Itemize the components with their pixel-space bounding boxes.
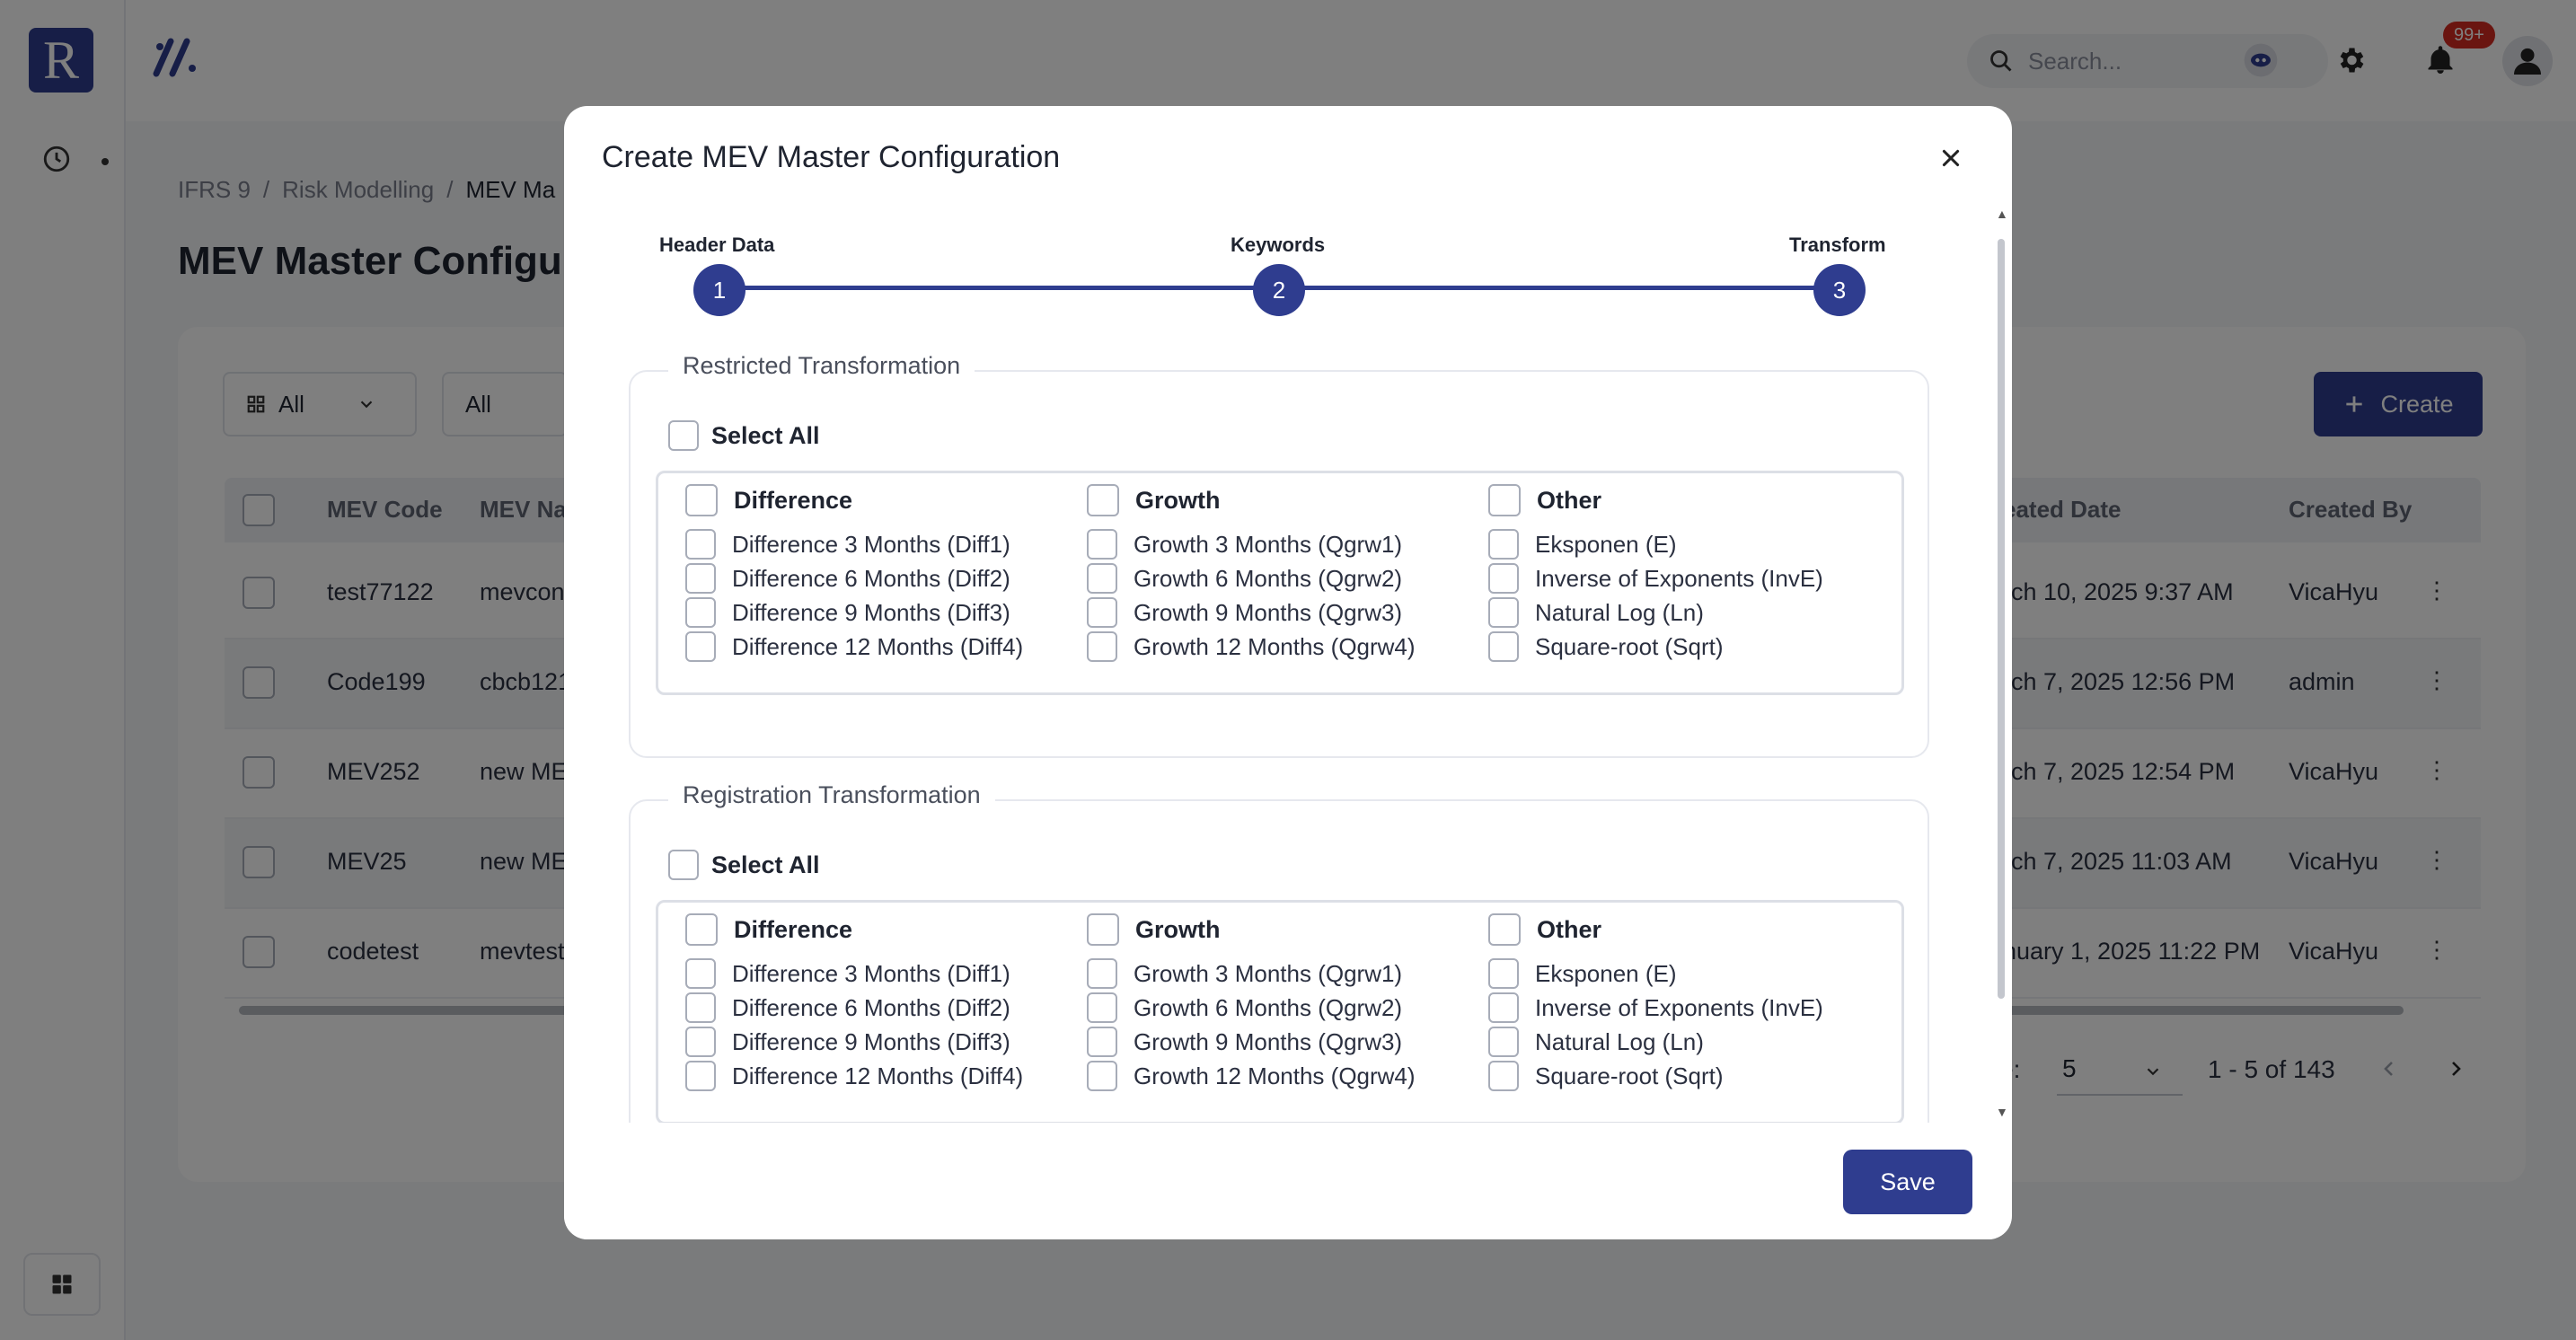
modal-scrollbar-thumb[interactable] — [1998, 239, 2005, 999]
select-all-registration[interactable]: Select All — [668, 850, 820, 880]
column-head: Other — [1537, 915, 1602, 943]
option-checkbox[interactable] — [685, 597, 716, 628]
option-checkbox[interactable] — [1488, 992, 1519, 1023]
option-label: Inverse of Exponents (InvE) — [1535, 564, 1823, 592]
select-all-checkbox[interactable] — [668, 850, 699, 880]
option-checkbox[interactable] — [1087, 597, 1117, 628]
other-checkbox[interactable] — [1488, 913, 1521, 946]
option-label: Growth 12 Months (Qgrw4) — [1134, 632, 1416, 660]
difference-column: Difference Difference 3 Months (Diff1) D… — [685, 912, 1023, 1093]
option-label: Growth 6 Months (Qgrw2) — [1134, 993, 1403, 1021]
select-all-checkbox[interactable] — [668, 420, 699, 451]
option-checkbox[interactable] — [685, 563, 716, 594]
option-checkbox[interactable] — [1488, 597, 1519, 628]
option-checkbox[interactable] — [685, 1027, 716, 1057]
option-label: Growth 3 Months (Qgrw1) — [1134, 959, 1403, 987]
option-label: Growth 9 Months (Qgrw3) — [1134, 1027, 1403, 1055]
option-label: Difference 12 Months (Diff4) — [732, 1062, 1024, 1089]
restricted-options-box: Difference Difference 3 Months (Diff1) D… — [656, 471, 1904, 695]
create-mev-modal: Create MEV Master Configuration Header D… — [564, 106, 2012, 1239]
modal-title: Create MEV Master Configuration — [602, 140, 1061, 174]
scroll-up-arrow-icon[interactable]: ▲ — [1996, 207, 2008, 221]
option-label: Natural Log (Ln) — [1535, 598, 1704, 626]
option-label: Growth 3 Months (Qgrw1) — [1134, 530, 1403, 558]
step-label-keywords: Keywords — [1231, 234, 1326, 256]
option-checkbox[interactable] — [685, 1061, 716, 1091]
option-label: Difference 6 Months (Diff2) — [732, 993, 1010, 1021]
option-label: Difference 3 Months (Diff1) — [732, 959, 1010, 987]
option-label: Eksponen (E) — [1535, 959, 1677, 987]
modal-footer — [564, 1123, 1996, 1239]
option-label: Growth 6 Months (Qgrw2) — [1134, 564, 1403, 592]
option-checkbox[interactable] — [1087, 529, 1117, 560]
step-label-header-data: Header Data — [659, 234, 775, 256]
option-label: Square-root (Sqrt) — [1535, 632, 1724, 660]
restricted-transformation-group: Restricted Transformation Select All Dif… — [629, 352, 1929, 758]
option-checkbox[interactable] — [685, 958, 716, 989]
option-checkbox[interactable] — [1488, 631, 1519, 662]
option-label: Growth 12 Months (Qgrw4) — [1134, 1062, 1416, 1089]
option-checkbox[interactable] — [1087, 631, 1117, 662]
column-head: Growth — [1135, 486, 1221, 514]
select-all-label: Select All — [711, 851, 820, 878]
option-label: Eksponen (E) — [1535, 530, 1677, 558]
option-checkbox[interactable] — [1488, 1061, 1519, 1091]
option-label: Difference 6 Months (Diff2) — [732, 564, 1010, 592]
registration-options-box: Difference Difference 3 Months (Diff1) D… — [656, 900, 1904, 1124]
option-checkbox[interactable] — [1087, 958, 1117, 989]
option-checkbox[interactable] — [1087, 1061, 1117, 1091]
difference-checkbox[interactable] — [685, 913, 718, 946]
option-label: Difference 9 Months (Diff3) — [732, 598, 1010, 626]
option-label: Difference 12 Months (Diff4) — [732, 632, 1024, 660]
difference-checkbox[interactable] — [685, 484, 718, 516]
option-checkbox[interactable] — [1087, 992, 1117, 1023]
step-label-transform: Transform — [1789, 234, 1886, 256]
option-checkbox[interactable] — [685, 631, 716, 662]
growth-checkbox[interactable] — [1087, 484, 1119, 516]
other-column: Other Eksponen (E) Inverse of Exponents … — [1488, 912, 1823, 1093]
option-checkbox[interactable] — [1488, 563, 1519, 594]
option-checkbox[interactable] — [1087, 563, 1117, 594]
other-checkbox[interactable] — [1488, 484, 1521, 516]
group-legend: Restricted Transformation — [668, 352, 975, 380]
close-icon[interactable] — [1931, 138, 1971, 178]
option-checkbox[interactable] — [685, 529, 716, 560]
step-1[interactable]: 1 — [693, 264, 745, 316]
option-checkbox[interactable] — [1488, 529, 1519, 560]
option-checkbox[interactable] — [1087, 1027, 1117, 1057]
option-checkbox[interactable] — [1488, 1027, 1519, 1057]
option-label: Natural Log (Ln) — [1535, 1027, 1704, 1055]
save-button[interactable]: Save — [1843, 1150, 1972, 1214]
select-all-label: Select All — [711, 421, 820, 449]
step-2[interactable]: 2 — [1253, 264, 1305, 316]
growth-column: Growth Growth 3 Months (Qgrw1) Growth 6 … — [1087, 482, 1416, 664]
option-checkbox[interactable] — [1488, 958, 1519, 989]
difference-column: Difference Difference 3 Months (Diff1) D… — [685, 482, 1023, 664]
column-head: Other — [1537, 486, 1602, 514]
select-all-restricted[interactable]: Select All — [668, 420, 820, 451]
scroll-down-arrow-icon[interactable]: ▼ — [1996, 1105, 2008, 1119]
option-checkbox[interactable] — [685, 992, 716, 1023]
option-label: Inverse of Exponents (InvE) — [1535, 993, 1823, 1021]
step-3[interactable]: 3 — [1813, 264, 1866, 316]
growth-checkbox[interactable] — [1087, 913, 1119, 946]
group-legend: Registration Transformation — [668, 781, 995, 809]
option-label: Difference 3 Months (Diff1) — [732, 530, 1010, 558]
column-head: Difference — [734, 486, 853, 514]
other-column: Other Eksponen (E) Inverse of Exponents … — [1488, 482, 1823, 664]
growth-column: Growth Growth 3 Months (Qgrw1) Growth 6 … — [1087, 912, 1416, 1093]
column-head: Difference — [734, 915, 853, 943]
column-head: Growth — [1135, 915, 1221, 943]
option-label: Square-root (Sqrt) — [1535, 1062, 1724, 1089]
option-label: Growth 9 Months (Qgrw3) — [1134, 598, 1403, 626]
option-label: Difference 9 Months (Diff3) — [732, 1027, 1010, 1055]
